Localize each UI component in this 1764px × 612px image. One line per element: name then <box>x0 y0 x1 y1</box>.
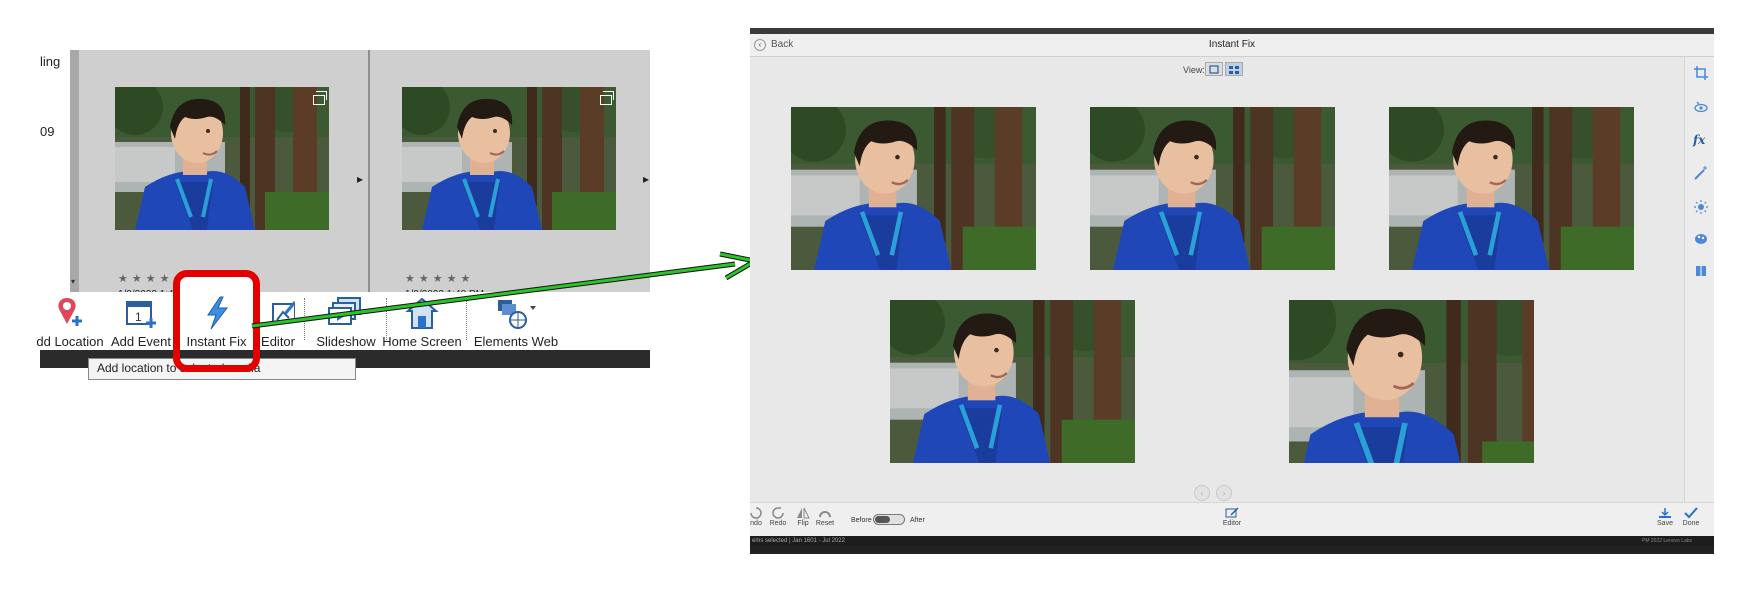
fix-variation-thumbnail[interactable] <box>1289 300 1534 463</box>
scroll-down-icon[interactable]: ▾ <box>71 277 75 286</box>
red-eye-icon[interactable] <box>1694 100 1708 114</box>
button-label: dd Location <box>36 334 104 349</box>
view-label: View: <box>1183 65 1205 75</box>
play-icon[interactable]: ▸ <box>357 172 363 186</box>
map-pin-add-icon <box>58 298 82 326</box>
flip-button[interactable]: Flip <box>793 507 813 527</box>
button-label: Add Event <box>111 334 171 349</box>
selection-status: ems selected | Jan 1601 - Jul 2022 <box>752 538 845 544</box>
tool-label: Redo <box>769 520 787 527</box>
sharpen-icon[interactable] <box>1694 264 1708 278</box>
done-button[interactable]: Done <box>1680 507 1702 527</box>
save-button[interactable]: Save <box>1655 507 1675 527</box>
smart-fix-wand-icon[interactable] <box>1694 166 1708 180</box>
tool-label: Flip <box>797 520 809 527</box>
next-page-icon[interactable]: › <box>1216 485 1232 501</box>
toggle-knob <box>875 516 890 523</box>
portrait-image <box>890 300 1135 463</box>
tool-label: Reset <box>815 520 835 527</box>
save-label: Save <box>1657 520 1673 527</box>
portrait-image <box>1389 107 1634 270</box>
checkmark-icon <box>1684 507 1698 519</box>
tool-rail <box>1684 57 1714 502</box>
redo-icon <box>772 507 784 519</box>
crop-icon[interactable] <box>1694 66 1708 80</box>
single-image-icon <box>1209 65 1219 74</box>
editor-label: Editor <box>1222 520 1242 527</box>
grid-view-icon <box>1229 66 1239 74</box>
svg-text:1: 1 <box>135 310 142 324</box>
redo-button[interactable]: Redo <box>768 507 788 527</box>
reset-button[interactable]: Reset <box>814 507 836 527</box>
editor-button[interactable]: Editor <box>1220 507 1244 527</box>
page-title: Instant Fix <box>1208 39 1256 50</box>
before-label: Before <box>851 517 872 524</box>
stack-icon[interactable] <box>313 91 327 105</box>
add-event-button[interactable]: 1 Add Event <box>108 296 174 349</box>
light-icon[interactable] <box>1694 200 1708 214</box>
portrait-image <box>1090 107 1335 270</box>
play-icon[interactable]: ▸ <box>643 172 649 186</box>
reset-icon <box>819 511 831 518</box>
status-right: PM 2022 Lenovo Labs <box>1642 538 1693 544</box>
callout-arrow <box>251 251 760 329</box>
editor-icon <box>1225 507 1239 518</box>
system-taskbar <box>750 546 1714 554</box>
fix-variation-thumbnail[interactable] <box>890 300 1135 463</box>
fix-variation-thumbnail[interactable] <box>1389 107 1634 270</box>
instant-fix-highlight-box <box>173 270 260 372</box>
done-label: Done <box>1682 520 1700 527</box>
after-label: After <box>910 517 925 524</box>
portrait-image <box>402 87 616 230</box>
photo-thumbnail[interactable] <box>115 87 329 230</box>
color-icon[interactable] <box>1694 232 1708 246</box>
portrait-image <box>1289 300 1534 463</box>
stack-icon[interactable] <box>600 91 614 105</box>
instant-fix-window: ‹Back Instant Fix View: ‹ › fx ndo Redo <box>750 28 1714 554</box>
grid-view-button[interactable] <box>1225 62 1243 76</box>
fix-variation-thumbnail[interactable] <box>791 107 1036 270</box>
calendar-add-icon: 1 <box>126 301 156 328</box>
sidebar-label: ling <box>40 54 61 69</box>
before-after-toggle[interactable] <box>873 514 905 525</box>
grid-scrollbar[interactable] <box>70 50 79 292</box>
fix-variation-thumbnail[interactable] <box>1090 107 1335 270</box>
single-view-button[interactable] <box>1205 62 1223 76</box>
flip-icon <box>797 507 810 519</box>
sidebar-label: 09 <box>40 124 55 139</box>
prev-page-icon[interactable]: ‹ <box>1194 485 1210 501</box>
undo-icon <box>750 507 762 519</box>
status-strip: ems selected | Jan 1601 - Jul 2022 PM 20… <box>750 536 1714 546</box>
save-icon <box>1659 508 1671 518</box>
portrait-image <box>115 87 329 230</box>
fx-icon[interactable]: fx <box>1693 133 1705 147</box>
undo-button[interactable]: ndo <box>750 507 764 527</box>
photo-thumbnail[interactable] <box>402 87 616 230</box>
tool-label: ndo <box>750 520 762 527</box>
add-location-button[interactable]: dd Location <box>36 296 104 349</box>
portrait-image <box>791 107 1036 270</box>
